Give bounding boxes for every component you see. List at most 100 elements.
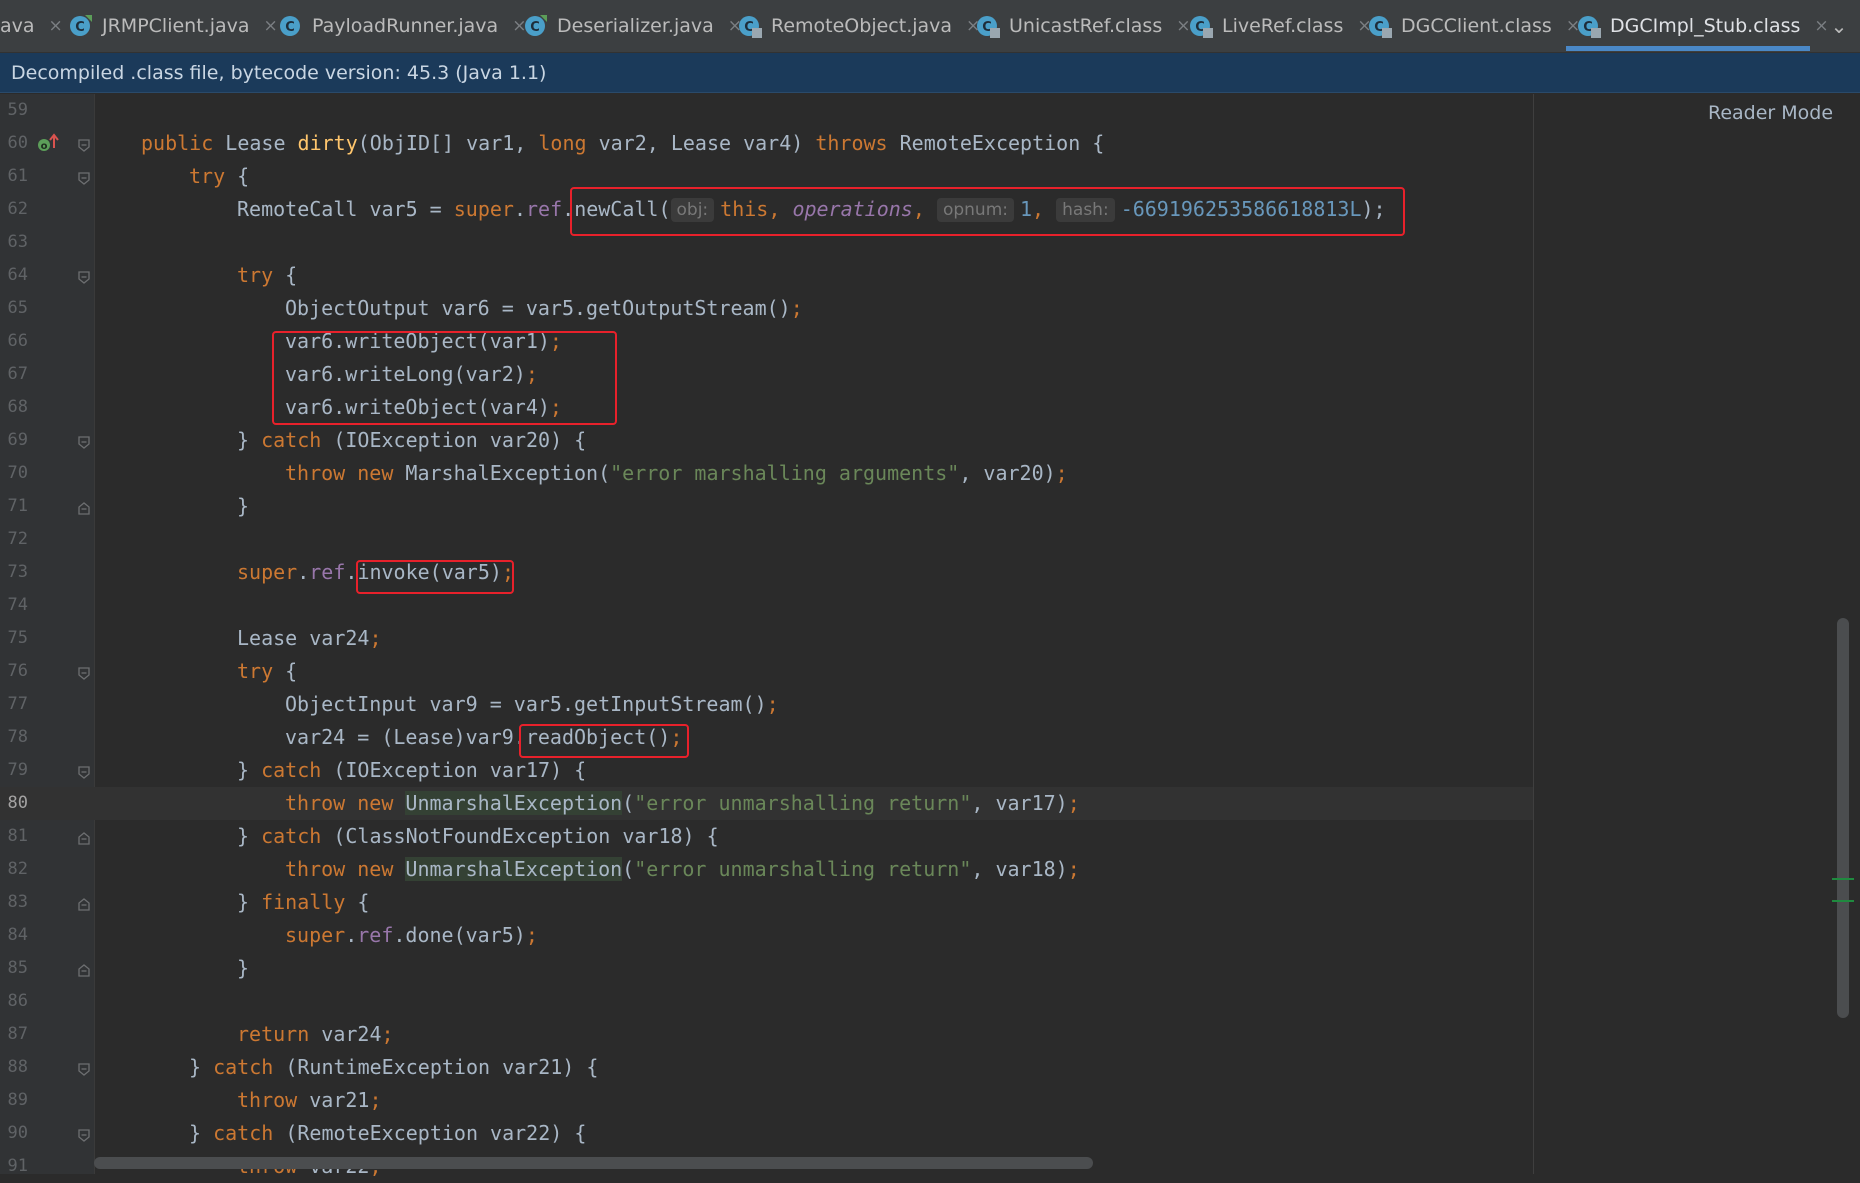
fold-marker-icon[interactable] (78, 170, 90, 185)
tab-payloadrunner-java[interactable]: C PayloadRunner.java × (278, 0, 526, 52)
code-editor[interactable]: 59 60 o public Lease dirty(ObjID[] var1,… (0, 94, 1860, 1178)
code-text: } (237, 956, 250, 980)
line-number: 80 (7, 793, 28, 813)
code-text: try { (237, 263, 298, 287)
fold-marker-icon[interactable] (78, 434, 90, 449)
compiled-class-icon: C (1367, 13, 1393, 39)
line-number: 65 (7, 298, 28, 318)
tab-jrmpclient-java[interactable]: C JRMPClient.java × (68, 0, 278, 52)
code-line: 81 } catch (ClassNotFoundException var18… (0, 820, 1533, 853)
line-number: 81 (7, 826, 28, 846)
line-number: 71 (7, 496, 28, 516)
java-class-icon: C (278, 13, 304, 39)
line-number: 70 (7, 463, 28, 483)
fold-marker-icon[interactable] (78, 830, 90, 845)
compiled-class-icon: C (1188, 13, 1214, 39)
code-text: try { (189, 164, 250, 188)
code-line: 87 return var24; (0, 1018, 1533, 1051)
code-line: 65 ObjectOutput var6 = var5.getOutputStr… (0, 292, 1533, 325)
code-line: 72 (0, 523, 1533, 556)
code-text: } catch (RemoteException var22) { (189, 1121, 587, 1145)
tab-deserializer-java[interactable]: C Deserializer.java × (523, 0, 742, 52)
line-number: 77 (7, 694, 28, 714)
active-tab-indicator (1566, 46, 1810, 51)
code-line: 60 o public Lease dirty(ObjID[] var1, lo… (0, 127, 1533, 160)
line-number: 69 (7, 430, 28, 450)
code-line: 64 try { (0, 259, 1533, 292)
line-number: 84 (7, 925, 28, 945)
code-text: return var24; (237, 1022, 394, 1046)
line-number: 87 (7, 1024, 28, 1044)
code-line: 90 } catch (RemoteException var22) { (0, 1117, 1533, 1150)
code-line: 70 throw new MarshalException("error mar… (0, 457, 1533, 490)
vertical-scrollbar[interactable] (1837, 618, 1849, 1018)
code-line: 89 throw var21; (0, 1084, 1533, 1117)
code-line: 88 } catch (RuntimeException var21) { (0, 1051, 1533, 1084)
tab-label: UnicastRef.class (1009, 15, 1163, 37)
tab-liveref-class[interactable]: C LiveRef.class × (1188, 0, 1372, 52)
svg-text:C: C (75, 20, 85, 35)
fold-marker-icon[interactable] (78, 1127, 90, 1142)
tab-ava[interactable]: ava × (0, 0, 63, 52)
line-number: 72 (7, 529, 28, 549)
line-number: 68 (7, 397, 28, 417)
code-line: 82 throw new UnmarshalException("error u… (0, 853, 1533, 886)
code-text: Lease var24; (237, 626, 382, 650)
scrollbar-change-marker (1832, 878, 1854, 880)
fold-marker-icon[interactable] (78, 896, 90, 911)
tab-close-icon[interactable]: × (264, 16, 278, 36)
svg-text:C: C (285, 20, 295, 35)
code-line: 69 } catch (IOException var20) { (0, 424, 1533, 457)
code-line: 78 var24 = (Lease)var9.readObject(); (0, 721, 1533, 754)
tab-unicastref-class[interactable]: C UnicastRef.class × (975, 0, 1190, 52)
tab-dgcclient-class[interactable]: C DGCClient.class × (1367, 0, 1580, 52)
line-number: 64 (7, 265, 28, 285)
tab-dgcimpl-stub-class[interactable]: C DGCImpl_Stub.class × (1576, 0, 1829, 52)
tab-label: PayloadRunner.java (312, 15, 499, 37)
line-number: 73 (7, 562, 28, 582)
line-number: 60 (7, 133, 28, 153)
tab-label: DGCImpl_Stub.class (1610, 15, 1801, 37)
line-number: 83 (7, 892, 28, 912)
line-number: 89 (7, 1090, 28, 1110)
fold-marker-icon[interactable] (78, 137, 90, 152)
code-text: } catch (RuntimeException var21) { (189, 1055, 599, 1079)
code-text: } catch (IOException var20) { (237, 428, 587, 452)
fold-marker-icon[interactable] (78, 962, 90, 977)
fold-marker-icon[interactable] (78, 665, 90, 680)
line-number: 90 (7, 1123, 28, 1143)
tab-label: Deserializer.java (557, 15, 714, 37)
fold-marker-icon[interactable] (78, 1061, 90, 1076)
fold-marker-icon[interactable] (78, 500, 90, 515)
code-text: throw new UnmarshalException("error unma… (285, 791, 1080, 815)
reader-mode-button[interactable]: Reader Mode (1708, 102, 1833, 124)
code-line: 84 super.ref.done(var5); (0, 919, 1533, 952)
line-number: 74 (7, 595, 28, 615)
compiled-class-icon: C (737, 13, 763, 39)
horizontal-scrollbar[interactable] (94, 1157, 1093, 1169)
tab-remoteobject-java[interactable]: C RemoteObject.java × (737, 0, 980, 52)
code-line: 85 } (0, 952, 1533, 985)
line-number: 85 (7, 958, 28, 978)
fold-marker-icon[interactable] (78, 764, 90, 779)
code-text: throw new MarshalException("error marsha… (285, 461, 1068, 485)
code-line-current: 80 throw new UnmarshalException("error u… (0, 787, 1533, 820)
tab-close-icon[interactable]: × (49, 16, 63, 36)
code-line: 75 Lease var24; (0, 622, 1533, 655)
right-margin-guide (1533, 94, 1534, 1174)
annotation-box-readobject (519, 724, 689, 758)
code-text: throw var21; (237, 1088, 382, 1112)
code-line: 79 } catch (IOException var17) { (0, 754, 1533, 787)
code-text: super.ref.done(var5); (285, 923, 538, 947)
overrides-method-icon[interactable]: o (36, 133, 60, 155)
compiled-class-icon: C (975, 13, 1001, 39)
tab-overflow-chevron-icon[interactable]: ⌄ (1818, 0, 1860, 52)
code-text: throw new UnmarshalException("error unma… (285, 857, 1080, 881)
scrollbar-change-marker (1832, 900, 1854, 902)
java-class-icon: C (68, 13, 94, 39)
line-number: 62 (7, 199, 28, 219)
svg-text:o: o (41, 141, 48, 152)
annotation-box-newcall (570, 187, 1405, 236)
fold-marker-icon[interactable] (78, 269, 90, 284)
tab-label: LiveRef.class (1222, 15, 1344, 37)
